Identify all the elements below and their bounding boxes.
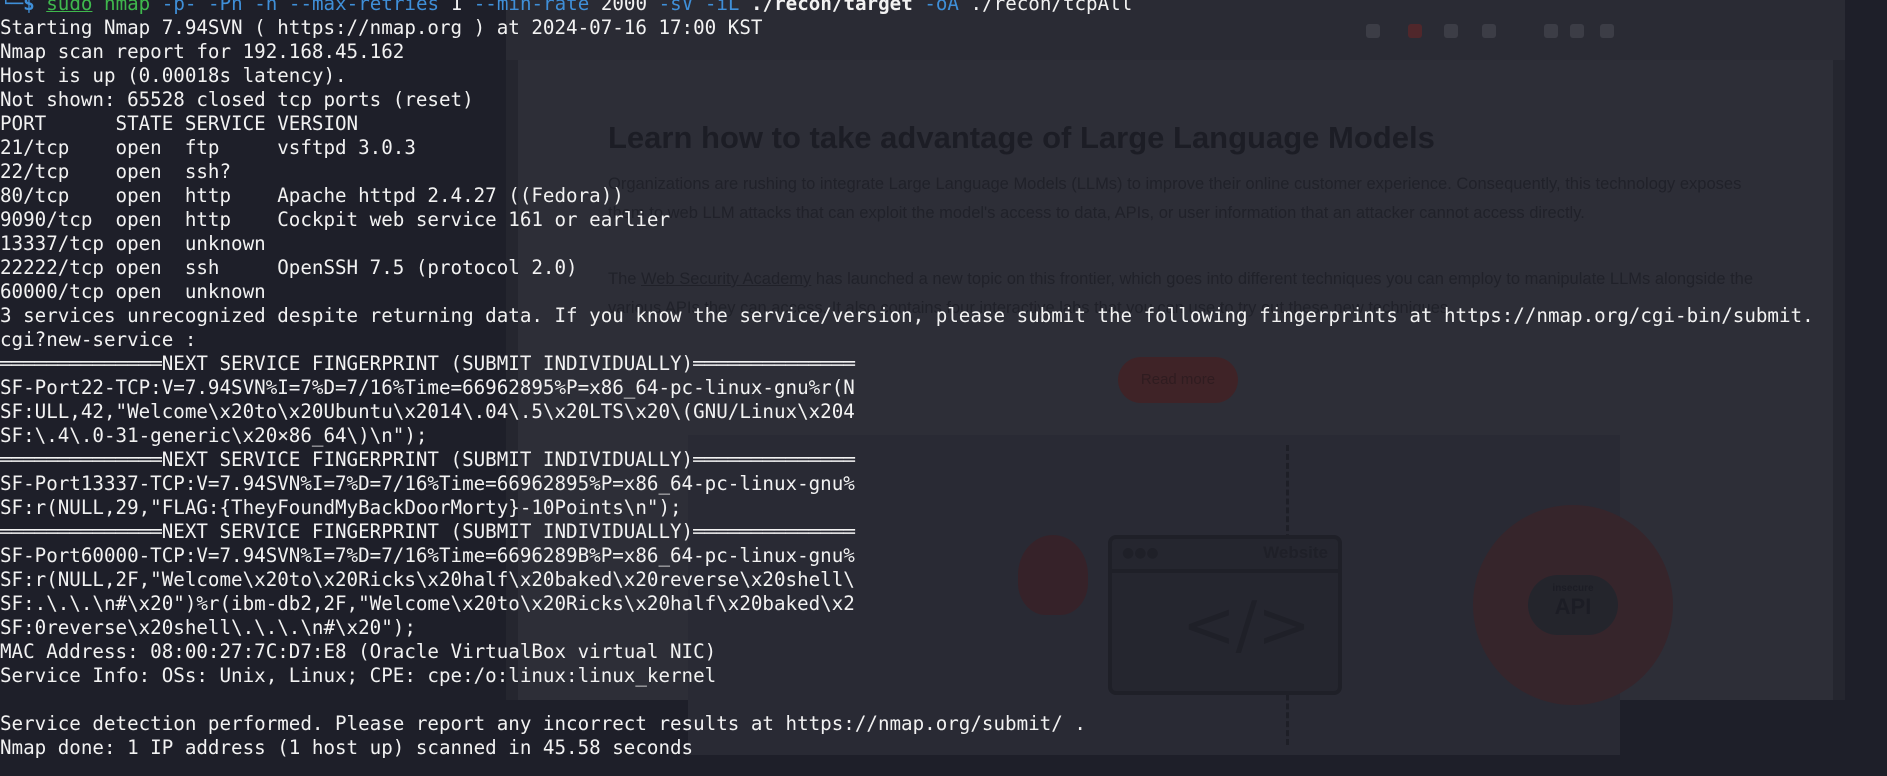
- command-segment: -oA: [924, 0, 959, 15]
- terminal-output[interactable]: └─$ sudo nmap -p- -Pn -n --max-retries 1…: [0, 0, 1887, 760]
- command-segment: ./recon/tcpAll: [958, 0, 1133, 15]
- output-line: ══════════════NEXT SERVICE FINGERPRINT (…: [0, 520, 855, 543]
- output-line: Nmap done: 1 IP address (1 host up) scan…: [0, 736, 694, 759]
- output-line: SF-Port60000-TCP:V=7.94SVN%I=7%D=7/16%Ti…: [0, 544, 855, 567]
- command-segment: -n: [254, 0, 278, 15]
- command-segment: 2000: [589, 0, 659, 15]
- command-segment: ./recon/target: [751, 0, 913, 15]
- prompt-corner: └─: [0, 0, 24, 15]
- output-line: PORT STATE SERVICE VERSION: [0, 112, 359, 135]
- output-line: Service detection performed. Please repo…: [0, 712, 1086, 735]
- output-line: SF:ULL,42,"Welcome\x20to\x20Ubuntu\x2014…: [0, 400, 855, 423]
- command-segment: --max-retries: [288, 0, 440, 15]
- output-line: Nmap scan report for 192.168.45.162: [0, 40, 405, 63]
- command-segment: -sV: [658, 0, 694, 15]
- output-line: 22/tcp open ssh?: [0, 160, 232, 183]
- output-line: SF:0reverse\x20shell\.\.\.\n#\x20");: [0, 616, 416, 639]
- command-segment: [693, 0, 705, 15]
- command-arguments: -p- -Pn -n --max-retries 1 --min-rate 20…: [150, 0, 1132, 15]
- output-line: 22222/tcp open ssh OpenSSH 7.5 (protocol…: [0, 256, 578, 279]
- output-line: SF:r(NULL,2F,"Welcome\x20to\x20Ricks\x20…: [0, 568, 855, 591]
- command-segment: --min-rate: [473, 0, 590, 15]
- output-line: 13337/tcp open unknown: [0, 232, 266, 255]
- command-segment: -iL: [704, 0, 740, 15]
- command-prompt-line: └─$ sudo nmap -p- -Pn -n --max-retries 1…: [0, 0, 1887, 16]
- command-segment: [150, 0, 162, 15]
- output-line: Host is up (0.00018s latency).: [0, 64, 347, 87]
- output-line: 60000/tcp open unknown: [0, 280, 266, 303]
- desktop-screen: Learn how to take advantage of Large Lan…: [0, 0, 1887, 776]
- output-line: ══════════════NEXT SERVICE FINGERPRINT (…: [0, 352, 855, 375]
- command-segment: [739, 0, 751, 15]
- output-line: SF-Port22-TCP:V=7.94SVN%I=7%D=7/16%Time=…: [0, 376, 855, 399]
- command-segment: -Pn: [208, 0, 243, 15]
- command-segment: [913, 0, 925, 15]
- output-line: Starting Nmap 7.94SVN ( https://nmap.org…: [0, 16, 763, 39]
- output-line: SF-Port13337-TCP:V=7.94SVN%I=7%D=7/16%Ti…: [0, 472, 855, 495]
- output-line: 80/tcp open http Apache httpd 2.4.27 ((F…: [0, 184, 624, 207]
- output-line: MAC Address: 08:00:27:7C:D7:E8 (Oracle V…: [0, 640, 717, 663]
- scan-output: Starting Nmap 7.94SVN ( https://nmap.org…: [0, 16, 1887, 760]
- output-line: Service Info: OSs: Unix, Linux; CPE: cpe…: [0, 664, 717, 687]
- output-line: SF:\.4\.0-31-generic\x20×86_64\)\n");: [0, 424, 428, 447]
- output-line: cgi?new-service :: [0, 328, 197, 351]
- command-segment: 1: [439, 0, 474, 15]
- output-line: 9090/tcp open http Cockpit web service 1…: [0, 208, 671, 231]
- output-line: ══════════════NEXT SERVICE FINGERPRINT (…: [0, 448, 855, 471]
- prompt-symbol: $: [23, 0, 35, 15]
- command-program: nmap: [104, 0, 151, 15]
- command-segment: [196, 0, 208, 15]
- command-segment: -p-: [161, 0, 197, 15]
- output-line: SF:r(NULL,29,"FLAG:{TheyFoundMyBackDoorM…: [0, 496, 682, 519]
- output-line: SF:.\.\.\n#\x20")%r(ibm-db2,2F,"Welcome\…: [0, 592, 855, 615]
- output-line: Not shown: 65528 closed tcp ports (reset…: [0, 88, 474, 111]
- command-sudo: sudo: [46, 0, 93, 15]
- command-segment: [243, 0, 255, 15]
- command-segment: [277, 0, 289, 15]
- output-line: 21/tcp open ftp vsftpd 3.0.3: [0, 136, 416, 159]
- output-line: 3 services unrecognized despite returnin…: [0, 304, 1814, 327]
